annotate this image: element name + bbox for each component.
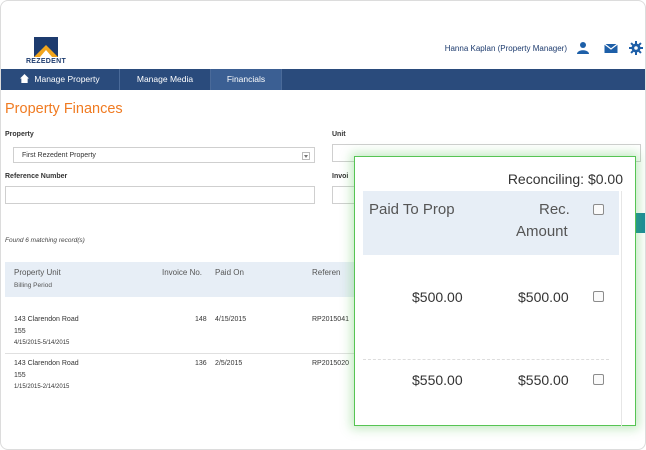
row1-paid-to-prop: $500.00 — [412, 289, 463, 305]
row1-rec-amount: $500.00 — [518, 289, 569, 305]
logo-text: REZEDENT — [25, 58, 67, 65]
page-title: Property Finances — [5, 101, 123, 117]
main-nav: Manage Property Manage Media Financials — [1, 69, 645, 90]
unit-label: Unit — [332, 131, 346, 138]
property-label: Property — [5, 131, 34, 138]
col-billing-period: Billing Period — [14, 282, 52, 289]
row2-invoice[interactable]: 136 — [195, 360, 207, 367]
col-invoice-no[interactable]: Invoice No. — [162, 268, 202, 277]
nav-manage-property[interactable]: Manage Property — [1, 69, 120, 90]
col-paid-to-prop[interactable]: Paid To Prop — [369, 201, 455, 218]
results-count: Found 6 matching record(s) — [5, 237, 85, 244]
col-rec-amount-line1[interactable]: Rec. — [539, 201, 570, 218]
search-button[interactable] — [635, 213, 645, 233]
col-rec-amount-line2: Amount — [516, 223, 568, 240]
row2-rec-amount: $550.00 — [518, 372, 569, 388]
nav-manage-property-label: Manage Property — [34, 74, 100, 84]
row1-unit: 155 — [14, 328, 26, 335]
user-icon[interactable] — [576, 41, 590, 55]
table-header: Property Unit Billing Period Invoice No.… — [5, 262, 357, 297]
select-all-checkbox[interactable] — [593, 204, 604, 215]
row2-checkbox[interactable] — [593, 374, 604, 385]
row1-invoice[interactable]: 148 — [195, 316, 207, 323]
row1-reference: RP2015041 — [312, 316, 349, 323]
chevron-down-icon — [302, 152, 310, 160]
nav-financials[interactable]: Financials — [211, 69, 282, 90]
callout-scrollbar[interactable] — [621, 191, 622, 427]
reconciling-total: Reconciling: $0.00 — [507, 171, 623, 187]
row1-address: 143 Clarendon Road — [14, 316, 79, 323]
home-icon — [20, 74, 30, 83]
gear-icon[interactable] — [629, 41, 643, 55]
row2-unit: 155 — [14, 372, 26, 379]
row2-address: 143 Clarendon Road — [14, 360, 79, 367]
brand-logo[interactable]: REZEDENT — [23, 37, 69, 67]
reference-number-label: Reference Number — [5, 173, 68, 180]
row1-paid-on: 4/15/2015 — [215, 316, 247, 323]
col-reference[interactable]: Referen — [312, 268, 340, 277]
callout-table-header: Paid To Prop Rec. Amount — [363, 191, 619, 255]
row2-paid-on: 2/5/2015 — [215, 360, 243, 367]
property-select[interactable]: First Rezedent Property — [13, 147, 315, 163]
row2-period: 1/15/2015-2/14/2015 — [14, 384, 70, 390]
property-select-value: First Rezedent Property — [22, 152, 96, 159]
row2-reference: RP2015020 — [312, 360, 349, 367]
row-divider — [5, 353, 357, 354]
user-name-link[interactable]: Hanna Kaplan (Property Manager) — [445, 44, 567, 53]
logo-mark-icon — [34, 37, 58, 57]
col-property-unit[interactable]: Property Unit — [14, 268, 61, 277]
row2-paid-to-prop: $550.00 — [412, 372, 463, 388]
reference-number-input[interactable] — [5, 186, 315, 204]
app-frame: REZEDENT Hanna Kaplan (Property Manager)… — [0, 0, 646, 450]
invoice-label: Invoi — [332, 173, 349, 180]
reconcile-callout: Reconciling: $0.00 Paid To Prop Rec. Amo… — [354, 156, 636, 427]
nav-manage-media[interactable]: Manage Media — [120, 69, 211, 90]
mail-icon[interactable] — [604, 41, 618, 55]
row1-period: 4/15/2015-5/14/2015 — [14, 340, 70, 346]
callout-row-divider — [363, 359, 609, 360]
row1-checkbox[interactable] — [593, 291, 604, 302]
col-paid-on[interactable]: Paid On — [215, 268, 244, 277]
